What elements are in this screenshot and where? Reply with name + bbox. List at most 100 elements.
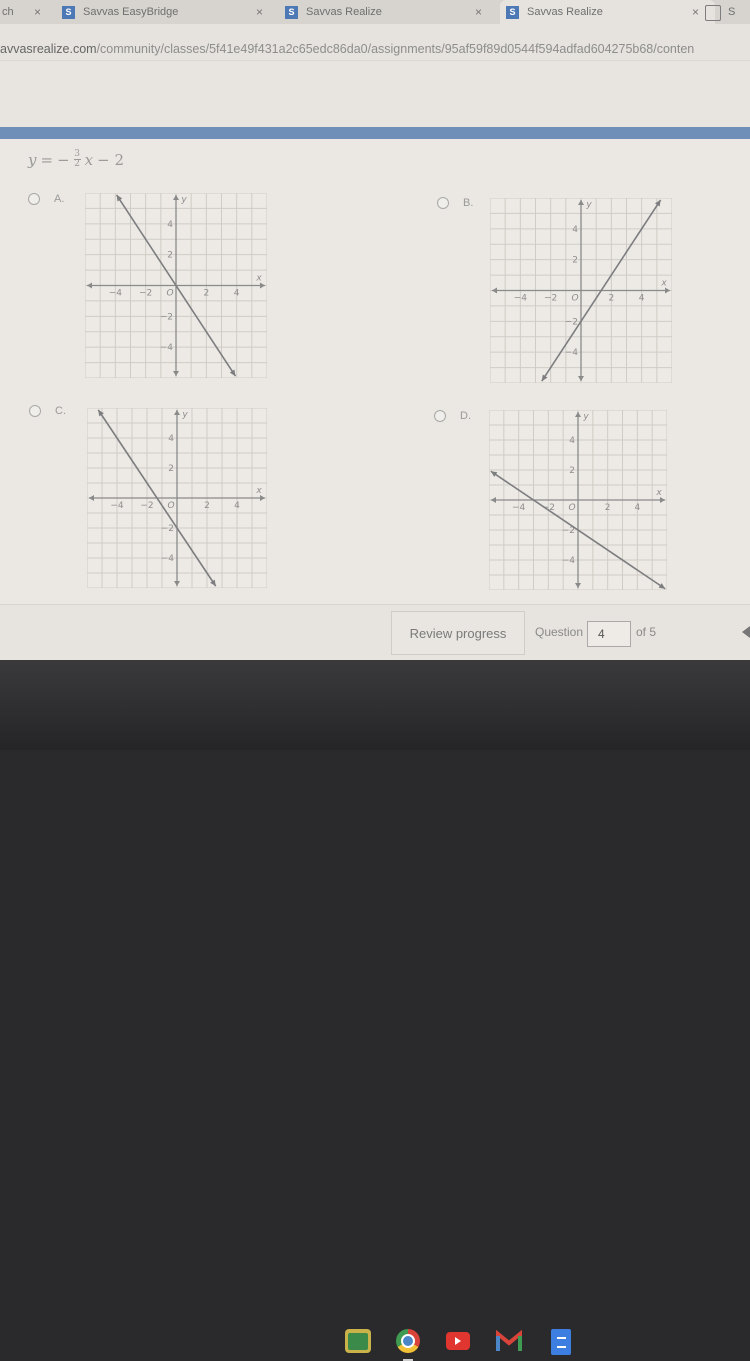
savvas-favicon-icon: S <box>62 5 75 19</box>
x-axis-label: x <box>660 279 667 289</box>
option-b[interactable]: B. <box>437 197 473 209</box>
tab-2[interactable]: S Savvas EasyBridge × <box>62 0 272 24</box>
question-label: Question <box>535 625 584 639</box>
x-tick-label: 4 <box>234 501 240 511</box>
equation: y = − 3 2 x − 2 <box>28 150 124 169</box>
x-tick-label: −4 <box>512 503 526 513</box>
origin-label: O <box>167 501 174 511</box>
classroom-icon[interactable] <box>345 1329 371 1353</box>
classroom-board <box>348 1332 368 1350</box>
chrome-icon[interactable] <box>395 1329 421 1353</box>
y-tick-label: −4 <box>565 348 579 358</box>
radio-d[interactable] <box>434 410 446 422</box>
url-path: /community/classes/5f41e49f431a2c65edc86… <box>96 42 695 56</box>
x-tick-label: −2 <box>542 503 555 513</box>
y-tick-label: −4 <box>160 343 174 353</box>
y-tick-label: 4 <box>569 436 575 446</box>
y-axis-label: y <box>181 410 188 420</box>
graph-b[interactable]: −4 −2 2 4 4 2 −2 −4 Ox y <box>490 198 672 383</box>
x-tick-label: 4 <box>639 294 645 304</box>
x-axis-label: x <box>255 274 262 284</box>
close-icon[interactable]: × <box>256 5 263 19</box>
tab-5-page-icon[interactable] <box>705 5 721 21</box>
y-tick-label: −4 <box>161 554 175 564</box>
x-tick-label: −4 <box>110 501 124 511</box>
gmail-glyph <box>496 1330 522 1351</box>
eq-tail: − 2 <box>97 150 124 169</box>
eq-sign: − <box>57 150 70 169</box>
tab-1[interactable]: ch × <box>0 0 48 24</box>
chrome-center <box>401 1334 415 1348</box>
tab-title[interactable]: S <box>728 0 735 24</box>
url-text[interactable]: avvasrealize.com/community/classes/5f41e… <box>0 42 694 56</box>
close-icon[interactable]: × <box>692 5 699 19</box>
tab-title: Savvas Realize <box>306 6 382 18</box>
x-tick-label: 4 <box>634 503 640 513</box>
tab-title: ch <box>2 6 14 18</box>
y-tick-label: −2 <box>161 524 174 534</box>
os-shelf <box>0 660 750 1361</box>
x-tick-label: −2 <box>544 294 557 304</box>
option-letter: B. <box>463 197 474 209</box>
eq-var: x <box>84 150 94 169</box>
option-a[interactable]: A. <box>28 193 64 205</box>
youtube-icon[interactable] <box>446 1332 470 1350</box>
option-d[interactable]: D. <box>434 410 471 422</box>
y-axis-label: y <box>582 412 589 422</box>
y-tick-label: −2 <box>565 317 578 327</box>
radio-c[interactable] <box>29 405 41 417</box>
close-icon[interactable]: × <box>475 5 482 19</box>
tab-strip: ch × S Savvas EasyBridge × S Savvas Real… <box>0 0 750 24</box>
chrome-ring <box>396 1329 420 1353</box>
review-progress-button[interactable]: Review progress <box>391 611 525 655</box>
address-bar[interactable]: avvasrealize.com/community/classes/5f41e… <box>0 24 750 60</box>
option-letter: C. <box>55 405 66 417</box>
savvas-favicon-icon: S <box>506 5 519 19</box>
eq-fraction: 3 2 <box>73 149 81 169</box>
y-tick-label: 2 <box>572 256 578 266</box>
eq-lhs: y <box>28 150 37 169</box>
tab-4-active[interactable]: S Savvas Realize × <box>500 0 715 24</box>
x-axis-label: x <box>255 486 262 496</box>
tab-title: Savvas Realize <box>527 6 603 18</box>
url-domain: avvasrealize.com <box>0 42 97 56</box>
page-header <box>0 60 750 127</box>
y-tick-label: −4 <box>562 556 576 566</box>
radio-b[interactable] <box>437 197 449 209</box>
option-letter: A. <box>54 193 65 205</box>
radio-a[interactable] <box>28 193 40 205</box>
x-tick-label: 2 <box>203 289 209 299</box>
x-tick-label: −4 <box>514 294 528 304</box>
y-axis-label: y <box>585 200 592 210</box>
graph-d[interactable]: −4 −2 2 442−2−4Oxy <box>489 410 667 590</box>
graph-a[interactable]: −4 −2 2 4 4 2 −2 −4 Ox y <box>85 193 267 378</box>
x-tick-label: 2 <box>204 501 210 511</box>
origin-label: O <box>166 289 173 299</box>
x-tick-label: −2 <box>139 289 152 299</box>
previous-arrow-icon[interactable] <box>742 626 750 638</box>
eq-denominator: 2 <box>74 159 80 169</box>
docs-lines <box>556 1336 566 1348</box>
origin-label: O <box>568 503 575 513</box>
option-c[interactable]: C. <box>29 405 66 417</box>
option-letter: D. <box>460 410 471 422</box>
y-axis-label: y <box>180 195 187 205</box>
x-tick-label: 2 <box>608 294 614 304</box>
close-icon[interactable]: × <box>34 5 41 19</box>
gmail-icon[interactable] <box>496 1329 522 1353</box>
eq-numerator: 3 <box>74 149 80 159</box>
play-glyph <box>455 1337 461 1345</box>
docs-icon[interactable] <box>551 1329 571 1355</box>
graph-c[interactable]: −4 −2 2 4 4 2 −2 −4 Ox y <box>87 408 267 588</box>
y-tick-label: 4 <box>167 220 173 230</box>
header-accent-bar <box>0 127 750 139</box>
y-tick-label: 4 <box>168 434 174 444</box>
savvas-favicon-icon: S <box>285 5 298 19</box>
origin-label: O <box>571 294 578 304</box>
x-tick-label: 4 <box>234 289 240 299</box>
x-tick-label: −4 <box>109 289 123 299</box>
question-total: of 5 <box>636 625 657 639</box>
tab-3[interactable]: S Savvas Realize × <box>285 0 495 24</box>
question-number-input[interactable]: 4 <box>587 621 631 647</box>
tab-title: Savvas EasyBridge <box>83 6 179 18</box>
